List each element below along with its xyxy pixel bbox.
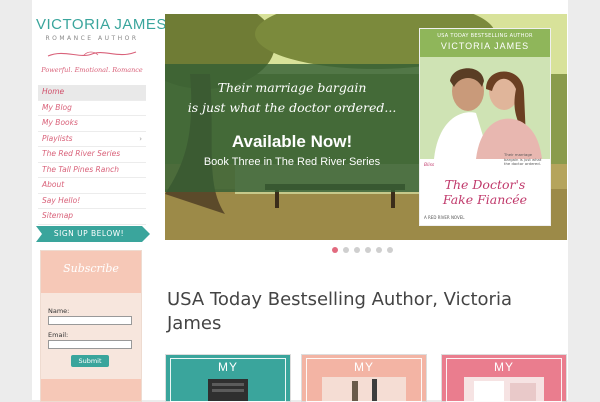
card-notebook-image bbox=[464, 377, 544, 401]
nav-item-playlists[interactable]: Playlists › bbox=[38, 132, 146, 147]
cover-bestselling-line: USA TODAY BESTSELLING AUTHOR bbox=[437, 33, 533, 39]
signup-banner: SIGN UP BELOW! bbox=[36, 226, 150, 242]
available-now-heading: Available Now! bbox=[231, 132, 353, 151]
hero-slider[interactable]: Their marriage bargain is just what the … bbox=[165, 14, 567, 240]
slider-dot-3[interactable] bbox=[354, 247, 360, 253]
nav-item-label: Sitemap bbox=[42, 211, 74, 220]
nav-item-label: Home bbox=[42, 87, 65, 96]
subscribe-footer-band bbox=[41, 379, 141, 401]
series-subheading: Book Three in The Red River Series bbox=[203, 156, 381, 168]
feature-card-label: MY bbox=[218, 360, 238, 374]
nav-item-home[interactable]: Home bbox=[38, 85, 146, 101]
cover-title-line2: Fake Fiancée bbox=[442, 192, 528, 207]
site-tagline: Powerful. Emotional. Romance bbox=[41, 66, 143, 74]
email-input[interactable] bbox=[48, 340, 132, 349]
name-label: Name: bbox=[48, 307, 70, 315]
cover-imprint: Bliss bbox=[424, 163, 435, 168]
submit-button[interactable]: Submit bbox=[71, 355, 109, 367]
feature-card-label: MY bbox=[494, 360, 514, 374]
email-label: Email: bbox=[48, 331, 69, 339]
nav-item-label: My Blog bbox=[42, 102, 72, 112]
card-photo-image bbox=[322, 377, 406, 401]
main-nav: Home My Blog My Books Playlists › The Red… bbox=[38, 85, 146, 225]
nav-item-say-hello[interactable]: Say Hello! bbox=[38, 194, 146, 209]
cover-title-line1: The Doctor's bbox=[444, 177, 526, 192]
nav-item-about[interactable]: About bbox=[38, 178, 146, 194]
cover-series: A RED RIVER NOVEL bbox=[424, 215, 465, 220]
book-stack-image bbox=[208, 379, 248, 401]
nav-item-label: The Tall Pines Ranch bbox=[42, 164, 119, 174]
nav-item-tall-pines-ranch[interactable]: The Tall Pines Ranch bbox=[38, 163, 146, 178]
subscribe-widget: Subscribe Name: Email: Submit bbox=[40, 250, 142, 402]
slider-pagination bbox=[332, 247, 402, 255]
site-logo-name[interactable]: VICTORIA JAMES bbox=[36, 16, 166, 33]
site-logo-subtitle: ROMANCE AUTHOR bbox=[45, 35, 139, 42]
feature-card-1[interactable]: MY bbox=[165, 354, 291, 402]
nav-item-label: Say Hello! bbox=[42, 195, 81, 205]
nav-item-my-blog[interactable]: My Blog bbox=[38, 101, 146, 116]
logo-swash-icon bbox=[47, 51, 137, 57]
nav-item-label: Playlists bbox=[42, 133, 73, 143]
slider-dot-5[interactable] bbox=[376, 247, 382, 253]
sidebar: VICTORIA JAMES ROMANCE AUTHOR Powerful. … bbox=[32, 0, 166, 402]
nav-item-label: The Red River Series bbox=[42, 149, 121, 158]
slide-caption-line1: Their marriage bargain bbox=[217, 80, 367, 95]
feature-card-3[interactable]: MY bbox=[441, 354, 567, 402]
page-headline: USA Today Bestselling Author, Victoria J… bbox=[167, 289, 512, 334]
feature-card-2[interactable]: MY bbox=[301, 354, 427, 402]
name-input[interactable] bbox=[48, 316, 132, 325]
slider-dot-4[interactable] bbox=[365, 247, 371, 253]
submenu-arrow-icon: › bbox=[139, 134, 142, 143]
book-cover[interactable]: USA TODAY BESTSELLING AUTHOR VICTORIA JA… bbox=[419, 28, 551, 226]
subscribe-header: Subscribe bbox=[41, 251, 141, 293]
slider-dot-1[interactable] bbox=[332, 247, 338, 253]
slider-dot-2[interactable] bbox=[343, 247, 349, 253]
cover-author: VICTORIA JAMES bbox=[440, 41, 530, 51]
cover-blurb: Their marriage bargain is just what the … bbox=[504, 152, 542, 166]
slide-caption-line2: is just what the doctor ordered... bbox=[187, 100, 397, 115]
slide-caption-overlay: Their marriage bargain is just what the … bbox=[165, 64, 419, 192]
nav-item-label: My Books bbox=[42, 118, 78, 127]
nav-item-my-books[interactable]: My Books bbox=[38, 116, 146, 132]
subscribe-title: Subscribe bbox=[63, 262, 119, 275]
feature-card-label: MY bbox=[354, 360, 374, 374]
nav-item-label: About bbox=[42, 180, 65, 189]
slider-dot-6[interactable] bbox=[387, 247, 393, 253]
nav-item-sitemap[interactable]: Sitemap bbox=[38, 209, 146, 225]
nav-item-red-river-series[interactable]: The Red River Series bbox=[38, 147, 146, 163]
